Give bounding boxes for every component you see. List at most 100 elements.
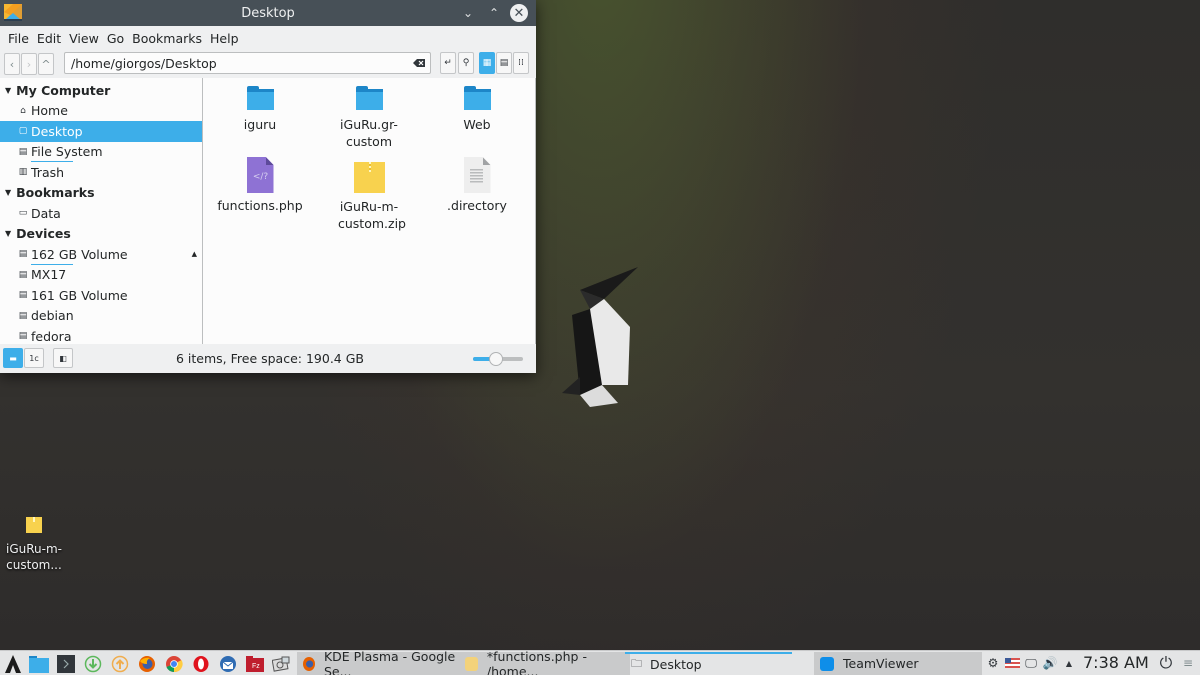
title-bar[interactable]: Desktop ⌄ ⌃ ✕ [0,0,536,26]
drive-icon: ▤ [18,331,28,342]
location-bar[interactable]: /home/giorgos/Desktop [64,52,431,74]
menu-bookmarks[interactable]: Bookmarks [128,31,206,46]
screenshot-launcher[interactable] [271,654,291,674]
places-item-mx17[interactable]: ▤ MX17 [0,265,202,286]
desktop-icon: ▢ [18,126,28,137]
text-file-icon [463,157,491,193]
panel-menu-icon[interactable]: ≡ [1179,654,1197,672]
file-manager-launcher[interactable] [29,654,49,674]
file-item-directory[interactable]: .directory [427,157,527,214]
terminal-icon [57,655,75,673]
zip-file-icon [26,517,42,533]
zip-file-icon [353,162,385,193]
file-item-iguru-m-custom-zip[interactable]: iGuRu-m-custom.zip [319,157,419,232]
terminal-launcher[interactable] [56,654,76,674]
places-item-debian[interactable]: ▤ debian [0,306,202,327]
folder-icon [246,86,274,110]
places-item-file-system[interactable]: ▤ File System [0,142,202,163]
task-firefox[interactable]: KDE Plasma - Google Se... [297,648,463,675]
php-file-icon [246,157,274,193]
task-label: Desktop [650,657,702,672]
application-menu-button[interactable] [3,654,23,674]
menu-file[interactable]: File [4,31,33,46]
file-name: functions.php [217,198,303,213]
forward-button[interactable]: › [21,53,37,75]
close-button[interactable]: ✕ [510,4,528,22]
clear-location-icon[interactable] [413,57,425,69]
show-hidden-icon[interactable]: ▲ [1060,654,1078,672]
desktop-icon-zip[interactable]: iGuRu-m-custom... [2,514,66,573]
network-settings-icon[interactable]: ⚙ [984,654,1002,672]
folder-icon [463,86,491,110]
open-terminal-button[interactable]: ↵ [440,52,456,74]
filezilla-launcher[interactable]: Fz [245,654,265,674]
up-button[interactable]: ^ [38,53,54,75]
places-section-my-computer[interactable]: ▼ My Computer [0,80,202,101]
update-launcher[interactable] [110,654,130,674]
back-button[interactable]: ‹ [4,53,20,75]
file-item-functions-php[interactable]: functions.php [210,157,310,214]
firefox-icon [303,656,315,671]
file-item-iguru[interactable]: iguru [210,80,310,133]
filezilla-icon: Fz [246,656,264,672]
clock[interactable]: 7:38 AM [1083,653,1149,672]
places-item-trash[interactable]: ▥ Trash [0,162,202,183]
folder-icon: 🗀 [631,657,642,670]
collapse-triangle-icon: ▼ [5,188,12,198]
display-icon[interactable]: 🖵 [1022,654,1040,672]
places-item-fedora[interactable]: ▤ fedora [0,326,202,344]
drive-icon: ▤ [18,146,28,157]
thunderbird-launcher[interactable] [218,654,238,674]
task-label: *functions.php - /home... [486,648,587,675]
eject-icon[interactable]: ▲ [192,250,197,258]
firefox-launcher[interactable] [137,654,157,674]
file-view[interactable]: iguru iGuRu.gr-custom Web functions.php … [203,78,536,344]
places-item-161gb-volume[interactable]: ▤ 161 GB Volume [0,285,202,306]
maximize-button[interactable]: ⌃ [484,3,504,23]
file-manager-icon [29,655,49,673]
places-item-desktop[interactable]: ▢ Desktop [0,121,202,142]
details-view-icon: ⁞⁞ [518,58,524,68]
menu-view[interactable]: View [65,31,103,46]
menu-help[interactable]: Help [206,31,243,46]
task-teamviewer[interactable]: TeamViewer [814,652,982,675]
editor-icon [465,656,478,671]
zoom-slider-handle[interactable] [489,352,503,366]
file-item-iguru-gr-custom[interactable]: iGuRu.gr-custom [319,80,419,150]
menu-edit[interactable]: Edit [33,31,65,46]
menu-bar: File Edit View Go Bookmarks Help [0,26,536,50]
zoom-slider[interactable] [473,352,523,366]
keyboard-layout-us-icon[interactable] [1003,654,1021,672]
task-desktop[interactable]: 🗀 Desktop [625,652,792,675]
home-icon: ⌂ [20,105,26,116]
places-item-home[interactable]: ⌂ Home [0,101,202,122]
menu-go[interactable]: Go [103,31,128,46]
icons-view-button[interactable]: ▦ [479,52,495,74]
app-icon[interactable] [4,4,22,21]
close-icon: ✕ [513,5,525,21]
minimize-button[interactable]: ⌄ [458,3,478,23]
places-section-bookmarks[interactable]: ▼ Bookmarks [0,183,202,204]
download-launcher[interactable] [83,654,103,674]
chevron-right-icon: › [26,57,32,71]
toolbar: ‹ › ^ /home/giorgos/Desktop ↵ ⚲ ▦ ▤ ⁞⁞ [0,50,536,78]
application-menu-icon [5,655,21,673]
details-view-button[interactable]: ⁞⁞ [513,52,529,74]
places-section-devices[interactable]: ▼ Devices [0,224,202,245]
places-item-data[interactable]: ▭ Data [0,203,202,224]
task-label: KDE Plasma - Google Se... [323,648,456,675]
file-item-web[interactable]: Web [427,80,527,133]
places-item-162gb-volume[interactable]: ▤ 162 GB Volume ▲ [0,244,202,265]
chrome-launcher[interactable] [164,654,184,674]
screenshot-icon [272,656,290,672]
collapse-triangle-icon: ▼ [5,85,12,95]
desktop-icon-label: iGuRu-m-custom... [6,542,62,572]
icons-view-icon: ▦ [482,58,492,68]
opera-launcher[interactable] [191,654,211,674]
task-editor[interactable]: *functions.php - /home... [463,648,630,675]
search-button[interactable]: ⚲ [458,52,474,74]
power-icon[interactable]: ⏻ [1157,653,1175,672]
chevron-up-icon: ^ [41,57,51,71]
volume-icon[interactable]: 🔊 [1041,654,1059,672]
compact-view-button[interactable]: ▤ [496,52,512,74]
